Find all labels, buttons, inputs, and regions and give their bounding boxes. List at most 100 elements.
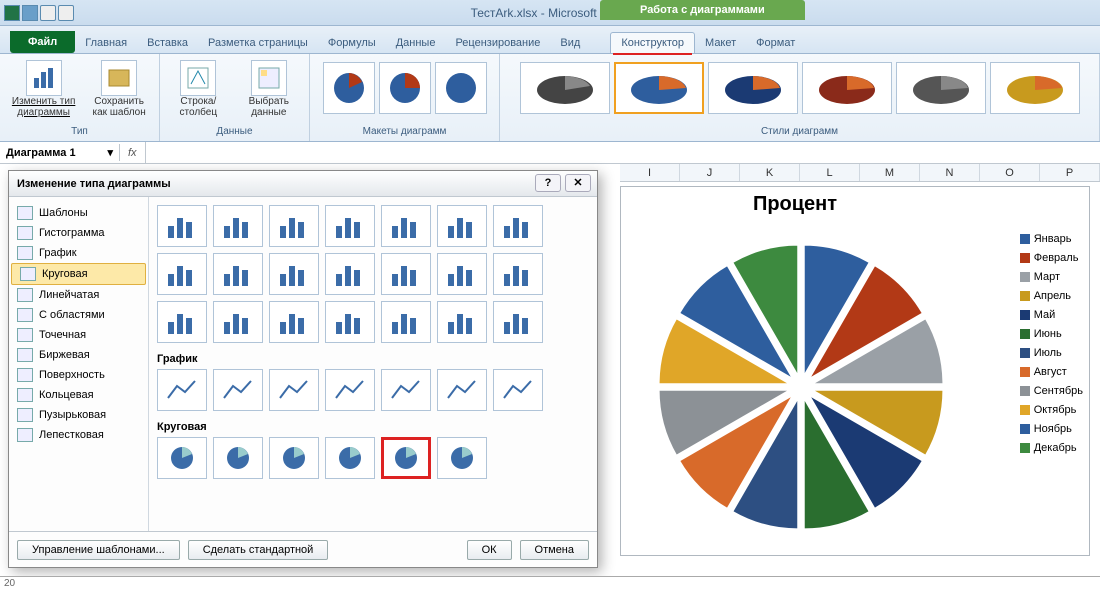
select-data-button[interactable]: Выбрать данные	[235, 58, 303, 120]
tab-review[interactable]: Рецензирование	[445, 33, 550, 53]
name-box[interactable]: Диаграмма 1 ▾	[0, 144, 120, 161]
tab-design[interactable]: Конструктор	[610, 32, 695, 53]
category-item[interactable]: Гистограмма	[9, 223, 148, 243]
make-default-button[interactable]: Сделать стандартной	[188, 540, 329, 560]
tab-layout[interactable]: Макет	[695, 33, 746, 53]
save-icon[interactable]	[22, 5, 38, 21]
chart-layout-gallery[interactable]	[319, 58, 491, 118]
save-template-button[interactable]: Сохранить как шаблон	[85, 58, 153, 120]
redo-icon[interactable]	[58, 5, 74, 21]
chart-subtype-thumb[interactable]	[437, 301, 487, 343]
style-thumb-selected[interactable]	[614, 62, 704, 114]
chart-subtype-thumb[interactable]	[325, 253, 375, 295]
chart-subtype-thumb[interactable]	[325, 205, 375, 247]
switch-row-col-button[interactable]: Строка/столбец	[166, 58, 231, 120]
col-header[interactable]: L	[800, 164, 860, 181]
chart-subtype-thumb[interactable]	[157, 437, 207, 479]
chart-subtype-thumb[interactable]	[493, 253, 543, 295]
chart-subtype-thumb[interactable]	[269, 437, 319, 479]
tab-page-layout[interactable]: Разметка страницы	[198, 33, 318, 53]
tab-view[interactable]: Вид	[550, 33, 590, 53]
chart-subtype-thumb[interactable]	[381, 437, 431, 479]
category-item[interactable]: Пузырьковая	[9, 405, 148, 425]
undo-icon[interactable]	[40, 5, 56, 21]
chart-subtype-thumb[interactable]	[269, 253, 319, 295]
category-item[interactable]: Поверхность	[9, 365, 148, 385]
category-item[interactable]: Линейчатая	[9, 285, 148, 305]
chart-subtype-thumb[interactable]	[381, 205, 431, 247]
category-item[interactable]: Шаблоны	[9, 203, 148, 223]
chart-subtype-thumb[interactable]	[157, 205, 207, 247]
manage-templates-button[interactable]: Управление шаблонами...	[17, 540, 180, 560]
help-icon[interactable]: ?	[535, 174, 561, 192]
layout-thumb[interactable]	[379, 62, 431, 114]
chart-subtype-thumb[interactable]	[213, 253, 263, 295]
style-thumb[interactable]	[990, 62, 1080, 114]
layout-thumb[interactable]	[435, 62, 487, 114]
category-item[interactable]: Круговая	[11, 263, 146, 285]
category-icon	[17, 206, 33, 220]
style-thumb[interactable]	[896, 62, 986, 114]
col-header[interactable]: K	[740, 164, 800, 181]
chart-subtype-thumb[interactable]	[269, 369, 319, 411]
formula-input[interactable]	[145, 142, 1100, 163]
tab-data[interactable]: Данные	[386, 33, 446, 53]
chart-subtype-thumb[interactable]	[157, 253, 207, 295]
chart-subtype-thumb[interactable]	[213, 205, 263, 247]
col-header[interactable]: J	[680, 164, 740, 181]
chart-subtype-thumb[interactable]	[269, 205, 319, 247]
ribbon-group-data: Строка/столбец Выбрать данные Данные	[160, 54, 310, 141]
category-item[interactable]: С областями	[9, 305, 148, 325]
chevron-down-icon[interactable]: ▾	[107, 146, 113, 159]
section-header-line: График	[157, 353, 589, 365]
chart-subtype-thumb[interactable]	[381, 253, 431, 295]
chart-style-gallery[interactable]	[516, 58, 1084, 124]
chart-subtype-thumb[interactable]	[213, 369, 263, 411]
chart-subtype-thumb[interactable]	[157, 301, 207, 343]
fx-label[interactable]: fx	[120, 147, 145, 159]
close-icon[interactable]: ✕	[565, 174, 591, 192]
dialog-titlebar[interactable]: Изменение типа диаграммы ? ✕	[9, 171, 597, 197]
file-tab[interactable]: Файл	[10, 31, 75, 53]
chart-subtype-thumb[interactable]	[325, 301, 375, 343]
tab-insert[interactable]: Вставка	[137, 33, 198, 53]
style-thumb[interactable]	[802, 62, 892, 114]
chart-subtype-thumb[interactable]	[437, 205, 487, 247]
cancel-button[interactable]: Отмена	[520, 540, 589, 560]
style-thumb[interactable]	[520, 62, 610, 114]
chart-subtype-thumb[interactable]	[325, 369, 375, 411]
chart-subtype-thumb[interactable]	[213, 301, 263, 343]
change-chart-type-button[interactable]: Изменить тип диаграммы	[6, 58, 81, 120]
chart-subtype-thumb[interactable]	[437, 437, 487, 479]
tab-formulas[interactable]: Формулы	[318, 33, 386, 53]
legend-label: Март	[1034, 271, 1060, 283]
chart-subtype-thumb[interactable]	[493, 301, 543, 343]
chart-subtype-thumb[interactable]	[493, 205, 543, 247]
tab-home[interactable]: Главная	[75, 33, 137, 53]
layout-thumb[interactable]	[323, 62, 375, 114]
chart-subtype-thumb[interactable]	[437, 253, 487, 295]
category-item[interactable]: Точечная	[9, 325, 148, 345]
col-header[interactable]: N	[920, 164, 980, 181]
category-item[interactable]: График	[9, 243, 148, 263]
chart-subtype-thumb[interactable]	[269, 301, 319, 343]
category-item[interactable]: Кольцевая	[9, 385, 148, 405]
embedded-chart[interactable]: Процент ЯнварьФевральМартАпрельМайИюньИю…	[620, 186, 1090, 556]
col-header[interactable]: I	[620, 164, 680, 181]
col-header[interactable]: P	[1040, 164, 1100, 181]
chart-subtype-thumb[interactable]	[157, 369, 207, 411]
category-item[interactable]: Лепестковая	[9, 425, 148, 445]
chart-subtype-thumb[interactable]	[325, 437, 375, 479]
col-header[interactable]: M	[860, 164, 920, 181]
ok-button[interactable]: ОК	[467, 540, 512, 560]
category-item[interactable]: Биржевая	[9, 345, 148, 365]
chart-subtype-thumb[interactable]	[381, 301, 431, 343]
col-header[interactable]: O	[980, 164, 1040, 181]
chart-subtype-thumb[interactable]	[213, 437, 263, 479]
chart-subtype-thumb[interactable]	[437, 369, 487, 411]
chart-subtype-thumb[interactable]	[381, 369, 431, 411]
chart-title[interactable]: Процент	[621, 193, 969, 216]
chart-subtype-thumb[interactable]	[493, 369, 543, 411]
tab-format[interactable]: Формат	[746, 33, 805, 53]
style-thumb[interactable]	[708, 62, 798, 114]
